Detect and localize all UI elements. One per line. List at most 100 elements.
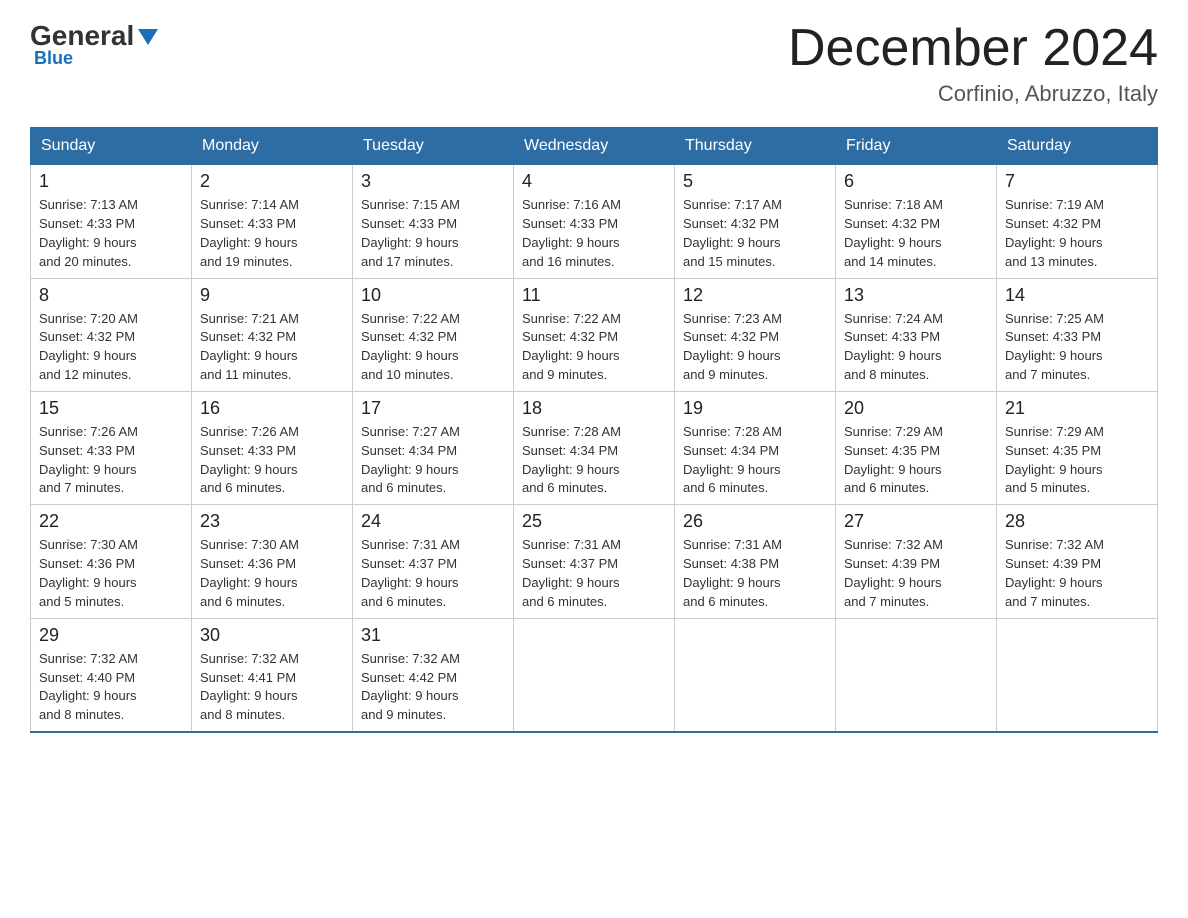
day-info: Sunrise: 7:26 AMSunset: 4:33 PMDaylight:… xyxy=(39,423,183,498)
calendar-cell: 19Sunrise: 7:28 AMSunset: 4:34 PMDayligh… xyxy=(675,391,836,504)
day-number: 29 xyxy=(39,625,183,646)
day-number: 2 xyxy=(200,171,344,192)
day-info: Sunrise: 7:30 AMSunset: 4:36 PMDaylight:… xyxy=(39,536,183,611)
calendar-cell: 2 Sunrise: 7:14 AMSunset: 4:33 PMDaylight… xyxy=(192,164,353,278)
day-number: 12 xyxy=(683,285,827,306)
calendar-table: SundayMondayTuesdayWednesdayThursdayFrid… xyxy=(30,127,1158,733)
day-number: 30 xyxy=(200,625,344,646)
calendar-cell: 23 Sunrise: 7:30 AMSunset: 4:36 PMDayligh… xyxy=(192,505,353,618)
day-number: 13 xyxy=(844,285,988,306)
day-number: 6 xyxy=(844,171,988,192)
day-number: 27 xyxy=(844,511,988,532)
calendar-cell: 26 Sunrise: 7:31 AMSunset: 4:38 PMDayligh… xyxy=(675,505,836,618)
day-number: 16 xyxy=(200,398,344,419)
column-header-wednesday: Wednesday xyxy=(514,128,675,164)
title-area: December 2024 Corfinio, Abruzzo, Italy xyxy=(788,20,1158,107)
day-info: Sunrise: 7:14 AMSunset: 4:33 PMDaylight:… xyxy=(200,196,344,271)
day-number: 14 xyxy=(1005,285,1149,306)
day-number: 28 xyxy=(1005,511,1149,532)
calendar-cell xyxy=(997,618,1158,732)
column-header-thursday: Thursday xyxy=(675,128,836,164)
day-number: 15 xyxy=(39,398,183,419)
day-number: 22 xyxy=(39,511,183,532)
calendar-cell: 25 Sunrise: 7:31 AMSunset: 4:37 PMDayligh… xyxy=(514,505,675,618)
calendar-cell: 1 Sunrise: 7:13 AMSunset: 4:33 PMDaylight… xyxy=(31,164,192,278)
day-info: Sunrise: 7:29 AMSunset: 4:35 PMDaylight:… xyxy=(1005,423,1149,498)
week-row-4: 22 Sunrise: 7:30 AMSunset: 4:36 PMDayligh… xyxy=(31,505,1158,618)
calendar-cell: 3 Sunrise: 7:15 AMSunset: 4:33 PMDaylight… xyxy=(353,164,514,278)
day-info: Sunrise: 7:26 AMSunset: 4:33 PMDaylight:… xyxy=(200,423,344,498)
day-info: Sunrise: 7:18 AMSunset: 4:32 PMDaylight:… xyxy=(844,196,988,271)
day-number: 7 xyxy=(1005,171,1149,192)
calendar-cell: 21 Sunrise: 7:29 AMSunset: 4:35 PMDayligh… xyxy=(997,391,1158,504)
day-info: Sunrise: 7:31 AMSunset: 4:37 PMDaylight:… xyxy=(522,536,666,611)
calendar-cell: 22 Sunrise: 7:30 AMSunset: 4:36 PMDayligh… xyxy=(31,505,192,618)
day-number: 11 xyxy=(522,285,666,306)
day-number: 20 xyxy=(844,398,988,419)
calendar-cell: 8Sunrise: 7:20 AMSunset: 4:32 PMDaylight… xyxy=(31,278,192,391)
calendar-cell: 9Sunrise: 7:21 AMSunset: 4:32 PMDaylight… xyxy=(192,278,353,391)
calendar-cell: 5Sunrise: 7:17 AMSunset: 4:32 PMDaylight… xyxy=(675,164,836,278)
day-info: Sunrise: 7:20 AMSunset: 4:32 PMDaylight:… xyxy=(39,310,183,385)
day-info: Sunrise: 7:17 AMSunset: 4:32 PMDaylight:… xyxy=(683,196,827,271)
day-info: Sunrise: 7:32 AMSunset: 4:39 PMDaylight:… xyxy=(844,536,988,611)
calendar-cell xyxy=(836,618,997,732)
calendar-cell: 28 Sunrise: 7:32 AMSunset: 4:39 PMDayligh… xyxy=(997,505,1158,618)
calendar-cell: 12Sunrise: 7:23 AMSunset: 4:32 PMDayligh… xyxy=(675,278,836,391)
column-header-sunday: Sunday xyxy=(31,128,192,164)
logo-blue-text: Blue xyxy=(34,48,73,69)
calendar-cell: 16 Sunrise: 7:26 AMSunset: 4:33 PMDayligh… xyxy=(192,391,353,504)
logo-triangle-icon xyxy=(138,29,158,45)
week-row-1: 1 Sunrise: 7:13 AMSunset: 4:33 PMDaylight… xyxy=(31,164,1158,278)
calendar-cell: 6 Sunrise: 7:18 AMSunset: 4:32 PMDaylight… xyxy=(836,164,997,278)
calendar-cell: 7 Sunrise: 7:19 AMSunset: 4:32 PMDaylight… xyxy=(997,164,1158,278)
day-info: Sunrise: 7:31 AMSunset: 4:37 PMDaylight:… xyxy=(361,536,505,611)
day-number: 31 xyxy=(361,625,505,646)
day-info: Sunrise: 7:27 AMSunset: 4:34 PMDaylight:… xyxy=(361,423,505,498)
day-info: Sunrise: 7:24 AMSunset: 4:33 PMDaylight:… xyxy=(844,310,988,385)
calendar-cell: 24 Sunrise: 7:31 AMSunset: 4:37 PMDayligh… xyxy=(353,505,514,618)
day-info: Sunrise: 7:32 AMSunset: 4:41 PMDaylight:… xyxy=(200,650,344,725)
day-info: Sunrise: 7:30 AMSunset: 4:36 PMDaylight:… xyxy=(200,536,344,611)
day-info: Sunrise: 7:19 AMSunset: 4:32 PMDaylight:… xyxy=(1005,196,1149,271)
day-number: 26 xyxy=(683,511,827,532)
day-info: Sunrise: 7:28 AMSunset: 4:34 PMDaylight:… xyxy=(683,423,827,498)
day-info: Sunrise: 7:15 AMSunset: 4:33 PMDaylight:… xyxy=(361,196,505,271)
calendar-cell: 27 Sunrise: 7:32 AMSunset: 4:39 PMDayligh… xyxy=(836,505,997,618)
week-row-3: 15 Sunrise: 7:26 AMSunset: 4:33 PMDayligh… xyxy=(31,391,1158,504)
week-row-2: 8Sunrise: 7:20 AMSunset: 4:32 PMDaylight… xyxy=(31,278,1158,391)
day-number: 3 xyxy=(361,171,505,192)
column-header-friday: Friday xyxy=(836,128,997,164)
day-info: Sunrise: 7:31 AMSunset: 4:38 PMDaylight:… xyxy=(683,536,827,611)
calendar-cell: 17Sunrise: 7:27 AMSunset: 4:34 PMDayligh… xyxy=(353,391,514,504)
day-info: Sunrise: 7:32 AMSunset: 4:39 PMDaylight:… xyxy=(1005,536,1149,611)
calendar-cell: 30 Sunrise: 7:32 AMSunset: 4:41 PMDayligh… xyxy=(192,618,353,732)
calendar-cell: 18Sunrise: 7:28 AMSunset: 4:34 PMDayligh… xyxy=(514,391,675,504)
day-number: 24 xyxy=(361,511,505,532)
header-row: SundayMondayTuesdayWednesdayThursdayFrid… xyxy=(31,128,1158,164)
column-header-tuesday: Tuesday xyxy=(353,128,514,164)
calendar-cell: 31Sunrise: 7:32 AMSunset: 4:42 PMDayligh… xyxy=(353,618,514,732)
day-number: 18 xyxy=(522,398,666,419)
day-number: 23 xyxy=(200,511,344,532)
calendar-cell: 20Sunrise: 7:29 AMSunset: 4:35 PMDayligh… xyxy=(836,391,997,504)
week-row-5: 29Sunrise: 7:32 AMSunset: 4:40 PMDayligh… xyxy=(31,618,1158,732)
day-info: Sunrise: 7:22 AMSunset: 4:32 PMDaylight:… xyxy=(361,310,505,385)
day-info: Sunrise: 7:22 AMSunset: 4:32 PMDaylight:… xyxy=(522,310,666,385)
day-info: Sunrise: 7:13 AMSunset: 4:33 PMDaylight:… xyxy=(39,196,183,271)
calendar-cell xyxy=(675,618,836,732)
day-number: 4 xyxy=(522,171,666,192)
day-number: 25 xyxy=(522,511,666,532)
day-info: Sunrise: 7:25 AMSunset: 4:33 PMDaylight:… xyxy=(1005,310,1149,385)
day-number: 10 xyxy=(361,285,505,306)
calendar-cell: 13 Sunrise: 7:24 AMSunset: 4:33 PMDayligh… xyxy=(836,278,997,391)
calendar-title: December 2024 xyxy=(788,20,1158,77)
column-header-monday: Monday xyxy=(192,128,353,164)
calendar-cell: 4Sunrise: 7:16 AMSunset: 4:33 PMDaylight… xyxy=(514,164,675,278)
column-header-saturday: Saturday xyxy=(997,128,1158,164)
calendar-cell: 14 Sunrise: 7:25 AMSunset: 4:33 PMDayligh… xyxy=(997,278,1158,391)
day-number: 1 xyxy=(39,171,183,192)
day-number: 21 xyxy=(1005,398,1149,419)
calendar-cell: 11 Sunrise: 7:22 AMSunset: 4:32 PMDayligh… xyxy=(514,278,675,391)
calendar-cell xyxy=(514,618,675,732)
